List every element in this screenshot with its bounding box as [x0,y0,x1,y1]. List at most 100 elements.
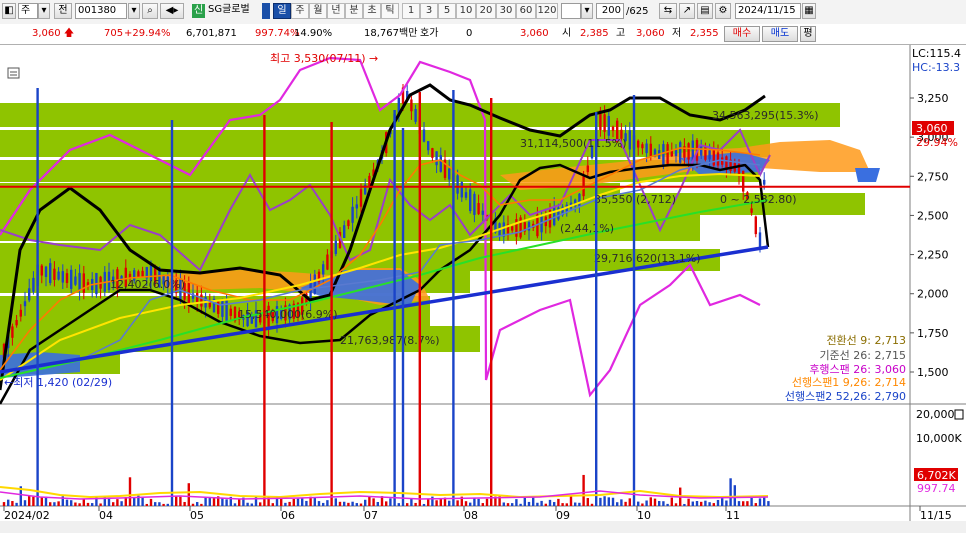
volume-bar [691,501,694,506]
volume-bar [767,501,770,506]
candle-body [221,301,224,317]
candle-body [448,168,451,180]
volume-bar [36,88,39,506]
volume-bar [632,95,636,506]
volume-bar [653,498,657,506]
candle-body [460,182,463,198]
volume-bar [166,503,169,506]
volume-bar [721,497,724,506]
candle-body [32,277,35,292]
candle-body [343,225,346,238]
volume-bar [448,500,451,506]
volume-bar [301,497,304,506]
volume-bar [133,497,136,506]
volume-bar [57,501,60,506]
volume-bar [624,501,627,506]
date-tick: 10 [637,509,651,522]
candle-body [578,193,581,207]
volume-bar [23,500,27,506]
candle-body [515,219,518,237]
volume-bar [326,500,329,506]
candle-body [670,150,673,157]
volume-bar [170,120,174,506]
candle-body [431,148,434,158]
price-panel-icon[interactable] [7,67,20,79]
volume-bar [149,498,153,506]
volume-bar [128,477,132,506]
price-tick: 1,750 [917,327,949,340]
candle-body [410,99,413,112]
volume-bar [263,115,266,506]
volume-bar [414,502,417,506]
volume-bar [410,498,413,506]
volume-bar [322,502,325,506]
date-tick: 11 [726,509,740,522]
volume-bar [343,501,346,506]
volume-bar [683,503,686,506]
candle-body [70,269,73,289]
vp-label: (2,44,1%) [560,222,614,235]
volume-bar [7,499,10,506]
volume-bar [628,498,631,506]
volume-bar [406,503,409,506]
volume-bar [372,498,375,506]
candle-body [481,210,484,215]
volume-bar [250,503,253,506]
candle-body [28,288,31,301]
volume-bar [284,502,287,506]
volume-bar [212,497,216,506]
candle-body [40,265,43,276]
volume-bar [599,497,602,506]
candle-body [44,266,48,277]
volume-bar [523,497,526,506]
candle-body [662,144,665,166]
candle-body [23,301,27,307]
candle-body [742,170,745,192]
candle-body [540,215,543,233]
candle-body [527,222,531,231]
volume-bar [637,501,640,506]
volume-bar [422,503,426,506]
volume-bar [712,503,715,506]
volume-bar [485,498,489,506]
candle-body [708,150,711,160]
candle-body [313,274,316,294]
volume-bar [154,502,157,506]
volume-bar [401,128,405,506]
volume-bar [616,502,619,506]
date-tick: 09 [556,509,570,522]
volume-bar [334,498,337,506]
volume-bar [490,98,493,506]
volume-bar [288,501,291,506]
volume-bar [78,503,81,506]
volume-bar [191,503,195,506]
candle-body [645,143,648,154]
volume-last-pct: 997.74 [917,482,956,495]
volume-bar [254,496,258,506]
volume-bar [296,498,300,506]
volume-bar [40,496,43,506]
volume-last-tag: 6,702K [917,469,956,482]
stock-chart[interactable]: 최고 3,530(07/11) → ←최저 1,420 (02/29) 34,5… [0,0,966,533]
volume-bar [330,122,333,506]
candle-body [628,130,631,150]
legend-conversion: 전환선 9: 2,713 [826,334,906,347]
volume-bar [725,500,728,506]
volume-bar [208,496,211,506]
candle-body [347,220,350,227]
volume-bar [666,503,669,506]
volume-bar [65,499,69,506]
scrollbar[interactable] [0,521,966,533]
lc-label: LC:115.4 [912,47,961,60]
volume-bar [553,502,556,506]
volume-bar [716,499,720,506]
candle-body [422,129,426,142]
volume-bar [649,497,652,506]
volume-bar [662,501,665,506]
candle-body [586,165,589,173]
annotation-low: ←최저 1,420 (02/29) [4,376,112,389]
legend-base: 기준선 26: 2,715 [819,349,906,362]
legend-leading2: 선행스팬2 52,26: 2,790 [785,390,906,403]
volume-bar [99,503,102,506]
volume-bar [519,503,522,506]
